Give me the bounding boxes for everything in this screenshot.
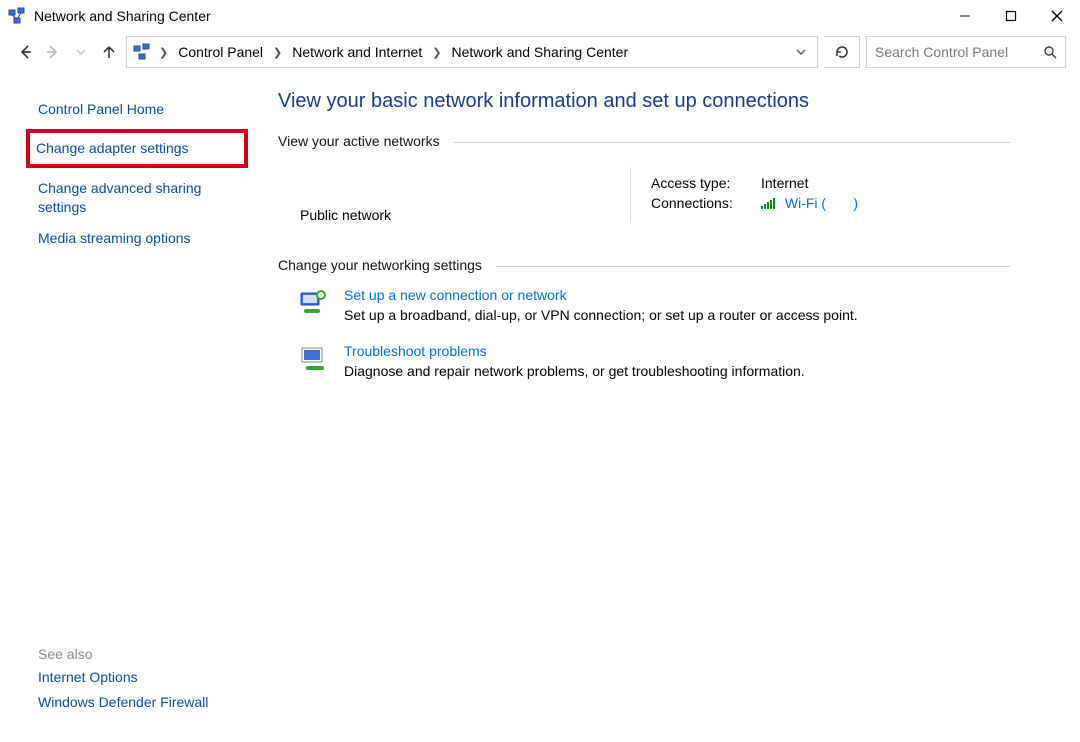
sidebar-control-panel-home[interactable]: Control Panel Home bbox=[38, 100, 238, 119]
sidebar-media-streaming-options[interactable]: Media streaming options bbox=[38, 229, 238, 248]
active-network-block: Public network Access type: Internet Con… bbox=[300, 167, 1010, 223]
up-button[interactable] bbox=[98, 41, 120, 63]
option-desc: Diagnose and repair network problems, or… bbox=[344, 363, 805, 379]
main-content: View your basic network information and … bbox=[250, 72, 1080, 742]
forward-button[interactable] bbox=[42, 41, 64, 63]
address-dropdown-button[interactable] bbox=[791, 46, 811, 58]
troubleshoot-icon bbox=[298, 343, 330, 375]
wifi-signal-icon bbox=[761, 197, 777, 210]
highlight-annotation: Change adapter settings bbox=[26, 129, 248, 168]
access-type-value: Internet bbox=[761, 175, 808, 191]
refresh-button[interactable] bbox=[824, 36, 860, 68]
breadcrumb-item[interactable]: Control Panel bbox=[176, 44, 265, 60]
window-title: Network and Sharing Center bbox=[34, 8, 211, 24]
minimize-button[interactable] bbox=[942, 0, 988, 32]
connection-link[interactable]: Wi-Fi ( ) bbox=[785, 195, 858, 211]
section-active-networks: View your active networks bbox=[278, 133, 1010, 149]
search-input[interactable]: Search Control Panel bbox=[866, 36, 1066, 68]
option-title: Set up a new connection or network bbox=[344, 287, 858, 303]
network-center-icon bbox=[133, 43, 151, 61]
back-button[interactable] bbox=[14, 41, 36, 63]
section-change-settings: Change your networking settings bbox=[278, 257, 1010, 273]
address-row: ❯ Control Panel ❯ Network and Internet ❯… bbox=[0, 32, 1080, 72]
close-button[interactable] bbox=[1034, 0, 1080, 32]
titlebar: Network and Sharing Center bbox=[0, 0, 1080, 32]
page-heading: View your basic network information and … bbox=[278, 90, 1010, 113]
option-desc: Set up a broadband, dial-up, or VPN conn… bbox=[344, 307, 858, 323]
network-type: Public network bbox=[300, 167, 630, 223]
maximize-button[interactable] bbox=[988, 0, 1034, 32]
search-placeholder: Search Control Panel bbox=[875, 44, 1008, 60]
sidebar-internet-options[interactable]: Internet Options bbox=[38, 668, 238, 687]
sidebar: Control Panel Home Change adapter settin… bbox=[0, 72, 250, 742]
chevron-right-icon[interactable]: ❯ bbox=[430, 46, 443, 59]
chevron-right-icon[interactable]: ❯ bbox=[271, 46, 284, 59]
option-title: Troubleshoot problems bbox=[344, 343, 805, 359]
address-bar[interactable]: ❯ Control Panel ❯ Network and Internet ❯… bbox=[126, 36, 818, 68]
breadcrumb-item[interactable]: Network and Sharing Center bbox=[449, 44, 630, 60]
sidebar-change-adapter-settings[interactable]: Change adapter settings bbox=[36, 139, 236, 158]
sidebar-change-advanced-sharing[interactable]: Change advanced sharing settings bbox=[38, 179, 238, 217]
see-also-heading: See also bbox=[38, 646, 238, 662]
sidebar-windows-defender-firewall[interactable]: Windows Defender Firewall bbox=[38, 693, 238, 712]
setup-connection-icon bbox=[298, 287, 330, 319]
access-type-label: Access type: bbox=[651, 175, 761, 191]
recent-locations-button[interactable] bbox=[70, 41, 92, 63]
search-icon bbox=[1043, 45, 1057, 59]
chevron-right-icon[interactable]: ❯ bbox=[157, 46, 170, 59]
option-setup-connection[interactable]: Set up a new connection or network Set u… bbox=[298, 287, 1010, 323]
breadcrumb-item[interactable]: Network and Internet bbox=[290, 44, 424, 60]
network-center-icon bbox=[8, 7, 26, 25]
connections-label: Connections: bbox=[651, 195, 761, 211]
option-troubleshoot[interactable]: Troubleshoot problems Diagnose and repai… bbox=[298, 343, 1010, 379]
